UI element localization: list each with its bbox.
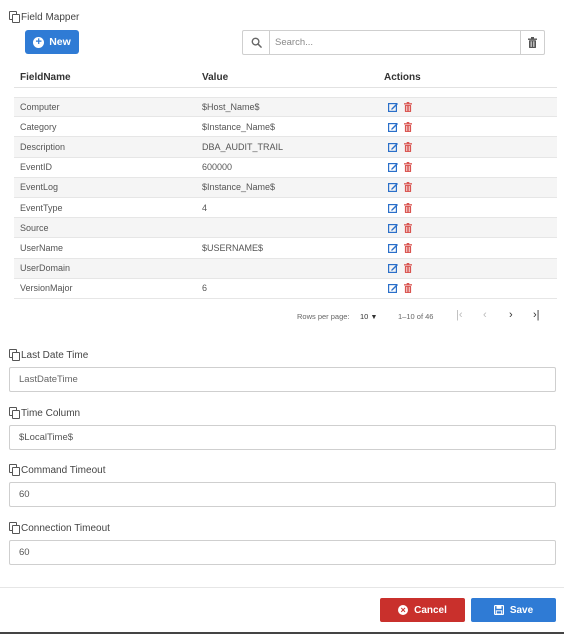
rows-per-page-select[interactable]: 10 ▼ [360, 312, 377, 321]
table-row[interactable]: Category $Instance_Name$ [14, 117, 557, 138]
command-timeout-input[interactable] [9, 482, 556, 507]
plus-circle-icon: + [33, 36, 45, 48]
delete-icon[interactable] [404, 242, 412, 253]
edit-icon[interactable] [388, 182, 398, 193]
connection-timeout-label-text: Connection Timeout [21, 523, 110, 534]
table-row[interactable]: VersionMajor 6 [14, 279, 557, 299]
cell-fieldname: Source [20, 222, 49, 233]
next-page-icon[interactable]: › [509, 309, 513, 321]
column-header-fieldname[interactable]: FieldName [14, 72, 196, 83]
field-mapper-title: Field Mapper [9, 11, 79, 23]
cancel-button-label: Cancel [414, 604, 447, 616]
time-column-label: Time Column [9, 407, 80, 419]
command-timeout-label: Command Timeout [9, 464, 105, 476]
copy-icon [9, 464, 20, 476]
edit-icon[interactable] [388, 122, 398, 132]
cell-value: 6 [202, 283, 208, 294]
save-button-label: Save [509, 604, 534, 616]
delete-icon[interactable] [404, 121, 412, 132]
cell-value: 4 [202, 202, 208, 213]
copy-icon [9, 11, 20, 23]
search-input[interactable] [270, 31, 520, 54]
last-page-icon[interactable]: ›| [533, 309, 540, 321]
connection-timeout-input[interactable] [9, 540, 556, 565]
delete-icon[interactable] [404, 182, 412, 193]
table-row[interactable]: EventID 600000 [14, 158, 557, 178]
delete-icon[interactable] [404, 102, 412, 113]
time-column-label-text: Time Column [21, 408, 81, 419]
cell-fieldname: EventType [20, 202, 63, 213]
cell-fieldname: Category [20, 121, 57, 132]
table-row[interactable]: Computer $Host_Name$ [14, 97, 557, 118]
edit-icon[interactable] [388, 142, 398, 152]
page-range: 1–10 of 46 [398, 312, 434, 321]
clear-search-trash-icon[interactable] [520, 31, 544, 54]
edit-icon[interactable] [388, 102, 398, 113]
search-icon[interactable] [243, 31, 270, 54]
edit-icon[interactable] [388, 243, 398, 253]
edit-icon[interactable] [388, 223, 398, 233]
cell-value: DBA_AUDIT_TRAIL [202, 141, 284, 152]
column-header-value[interactable]: Value [196, 72, 379, 83]
caret-down-icon: ▼ [370, 314, 378, 321]
delete-icon[interactable] [404, 162, 412, 173]
copy-icon [9, 407, 20, 419]
first-page-icon[interactable]: |‹ [456, 309, 463, 321]
delete-icon[interactable] [404, 263, 412, 274]
cell-value: $Host_Name$ [202, 102, 260, 113]
pagination: Rows per page: 10 ▼ 1–10 of 46 |‹ ‹ › ›| [0, 308, 564, 326]
table-row[interactable]: Description DBA_AUDIT_TRAIL [14, 137, 557, 158]
search-box [242, 30, 545, 55]
cancel-button[interactable]: × Cancel [380, 598, 465, 622]
delete-icon[interactable] [404, 222, 412, 233]
cell-fieldname: VersionMajor [20, 283, 73, 294]
field-mapper-grid: FieldName Value Actions Computer $Host_Na… [14, 68, 557, 299]
edit-icon[interactable] [388, 283, 398, 294]
last-date-time-label-text: Last Date Time [21, 350, 89, 361]
cell-value: $Instance_Name$ [202, 121, 276, 132]
last-date-time-input[interactable] [9, 367, 556, 392]
floppy-icon [493, 605, 504, 615]
table-row[interactable]: UserName $USERNAME$ [14, 238, 557, 259]
connection-timeout-label: Connection Timeout [9, 522, 110, 534]
cell-value: 600000 [202, 162, 233, 173]
cell-value: $Instance_Name$ [202, 182, 276, 193]
footer-divider [0, 587, 564, 588]
last-date-time-label: Last Date Time [9, 349, 88, 361]
grid-header: FieldName Value Actions [14, 68, 557, 88]
new-button-label: New [49, 36, 71, 48]
cell-fieldname: UserDomain [20, 263, 71, 274]
delete-icon[interactable] [404, 283, 412, 294]
command-timeout-label-text: Command Timeout [21, 465, 106, 476]
table-row[interactable]: EventLog $Instance_Name$ [14, 177, 557, 198]
rows-per-page-label: Rows per page: [297, 312, 350, 321]
times-circle-icon: × [398, 605, 409, 615]
cell-fieldname: EventLog [20, 182, 59, 193]
new-button[interactable]: + New [25, 30, 79, 54]
rows-per-page-value: 10 [360, 312, 369, 321]
edit-icon[interactable] [388, 263, 398, 274]
edit-icon[interactable] [388, 162, 398, 173]
delete-icon[interactable] [404, 141, 412, 152]
grid-body: Computer $Host_Name$ Category $Instance_Nam… [14, 97, 557, 299]
cell-value: $USERNAME$ [202, 242, 264, 253]
copy-icon [9, 522, 20, 534]
cell-fieldname: EventID [20, 162, 53, 173]
cell-fieldname: UserName [20, 242, 64, 253]
copy-icon [9, 349, 20, 361]
time-column-input[interactable] [9, 425, 556, 450]
column-header-actions: Actions [384, 72, 421, 83]
table-row[interactable]: EventType 4 [14, 198, 557, 219]
delete-icon[interactable] [404, 202, 412, 213]
table-row[interactable]: Source [14, 218, 557, 239]
save-button[interactable]: Save [471, 598, 556, 622]
cell-fieldname: Computer [20, 102, 60, 113]
table-row[interactable]: UserDomain [14, 258, 557, 279]
prev-page-icon[interactable]: ‹ [483, 309, 487, 321]
field-mapper-title-text: Field Mapper [21, 12, 80, 23]
edit-icon[interactable] [388, 203, 398, 213]
cell-fieldname: Description [20, 141, 66, 152]
